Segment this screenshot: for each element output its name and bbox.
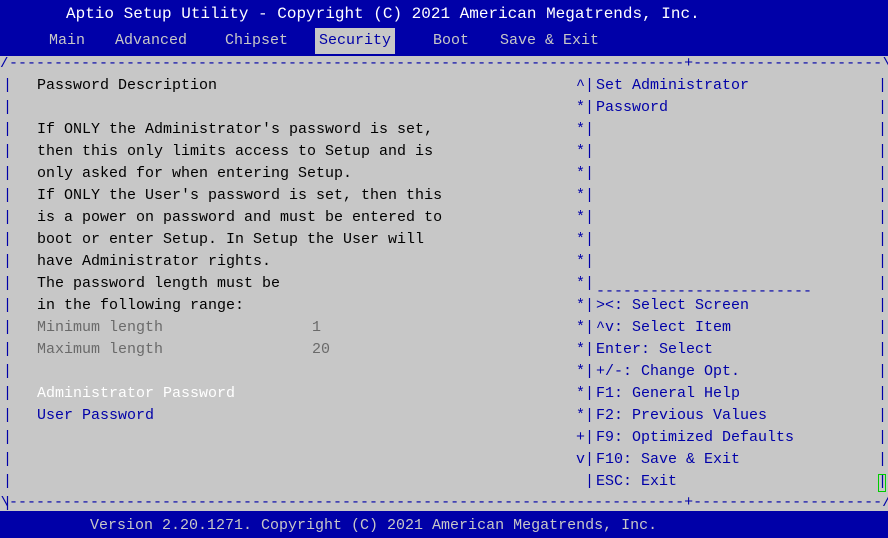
scroll-track[interactable]: *| xyxy=(574,97,594,119)
footer-bar: Version 2.20.1271. Copyright (C) 2021 Am… xyxy=(0,511,888,538)
desc-line-3: only asked for when entering Setup. xyxy=(37,165,353,182)
key-hint-previous-values: F2: Previous Values xyxy=(596,407,768,424)
key-hint-save-exit: F10: Save & Exit xyxy=(596,451,741,468)
user-password-item[interactable]: User Password xyxy=(37,405,154,427)
tab-main[interactable]: Main xyxy=(49,28,85,54)
scroll-track[interactable]: *| xyxy=(574,405,594,427)
frame-right-border: | | | | | | | | | | | | | | | | | | | xyxy=(878,77,888,490)
title-bar: Aptio Setup Utility - Copyright (C) 2021… xyxy=(0,0,888,56)
desc-line-7: have Administrator rights. xyxy=(37,253,272,270)
key-hint-general-help: F1: General Help xyxy=(596,385,741,402)
cursor-indicator xyxy=(878,474,886,492)
help-text-line-2: Password xyxy=(596,99,669,116)
version-footer: Version 2.20.1271. Copyright (C) 2021 Am… xyxy=(90,517,658,534)
desc-line-6: boot or enter Setup. In Setup the User w… xyxy=(37,231,425,248)
scroll-track[interactable]: *| xyxy=(574,295,594,317)
scroll-track[interactable]: *| xyxy=(574,317,594,339)
scroll-track[interactable]: *| xyxy=(574,361,594,383)
tab-boot[interactable]: Boot xyxy=(433,28,469,54)
max-length-label: Maximum length xyxy=(37,341,164,358)
desc-line-4: If ONLY the User's password is set, then… xyxy=(37,187,443,204)
password-description-heading: Password Description xyxy=(37,77,218,94)
desc-line-2: then this only limits access to Setup an… xyxy=(37,143,434,160)
desc-line-1: If ONLY the Administrator's password is … xyxy=(37,121,434,138)
tab-save-exit[interactable]: Save & Exit xyxy=(500,28,599,54)
key-hint-esc-exit: ESC: Exit xyxy=(596,473,678,490)
key-hint-select-screen: ><: Select Screen xyxy=(596,297,750,314)
desc-line-5: is a power on password and must be enter… xyxy=(37,209,443,226)
bios-screen: Aptio Setup Utility - Copyright (C) 2021… xyxy=(0,0,888,538)
scroll-track[interactable]: *| xyxy=(574,383,594,405)
scroll-track[interactable]: *| xyxy=(574,339,594,361)
key-hint-select-item: ^v: Select Item xyxy=(596,319,732,336)
scroll-track[interactable]: *| xyxy=(574,207,594,229)
scroll-track-end: | xyxy=(575,473,594,490)
help-text-line-1: Set Administrator xyxy=(596,77,750,94)
tab-advanced[interactable]: Advanced xyxy=(115,28,187,54)
scroll-up-indicator[interactable]: ^| xyxy=(574,75,594,97)
scroll-track[interactable]: *| xyxy=(574,251,594,273)
key-hint-optimized-defaults: F9: Optimized Defaults xyxy=(596,429,795,446)
key-hint-enter: Enter: Select xyxy=(596,341,714,358)
menu-bar: Main Advanced Chipset Security Boot Save… xyxy=(0,28,888,54)
app-title: Aptio Setup Utility - Copyright (C) 2021… xyxy=(66,5,700,23)
scroll-track[interactable]: *| xyxy=(574,229,594,251)
scroll-track[interactable]: *| xyxy=(574,185,594,207)
frame-bottom-border: \---------------------------------------… xyxy=(0,496,888,510)
scroll-track[interactable]: *| xyxy=(574,273,594,295)
desc-line-8: The password length must be xyxy=(37,275,281,292)
frame-top-border: /---------------------------------------… xyxy=(0,57,888,71)
scroll-track[interactable]: *| xyxy=(574,163,594,185)
scroll-down-indicator[interactable]: v| xyxy=(574,449,594,471)
scroll-track[interactable]: *| xyxy=(574,141,594,163)
scroll-track[interactable]: *| xyxy=(574,119,594,141)
max-length-value: 20 xyxy=(312,341,331,358)
key-hint-change-opt: +/-: Change Opt. xyxy=(596,363,741,380)
tab-security[interactable]: Security xyxy=(315,28,396,54)
scroll-plus-indicator[interactable]: +| xyxy=(574,427,594,449)
frame-left-border: | | | | | | | | | | | | | | | | | | | | xyxy=(3,77,13,512)
min-length-value: 1 xyxy=(312,319,322,336)
tab-chipset[interactable]: Chipset xyxy=(225,28,288,54)
administrator-password-item[interactable]: Administrator Password xyxy=(37,383,235,405)
min-length-label: Minimum length xyxy=(37,319,164,336)
desc-line-9: in the following range: xyxy=(37,297,245,314)
